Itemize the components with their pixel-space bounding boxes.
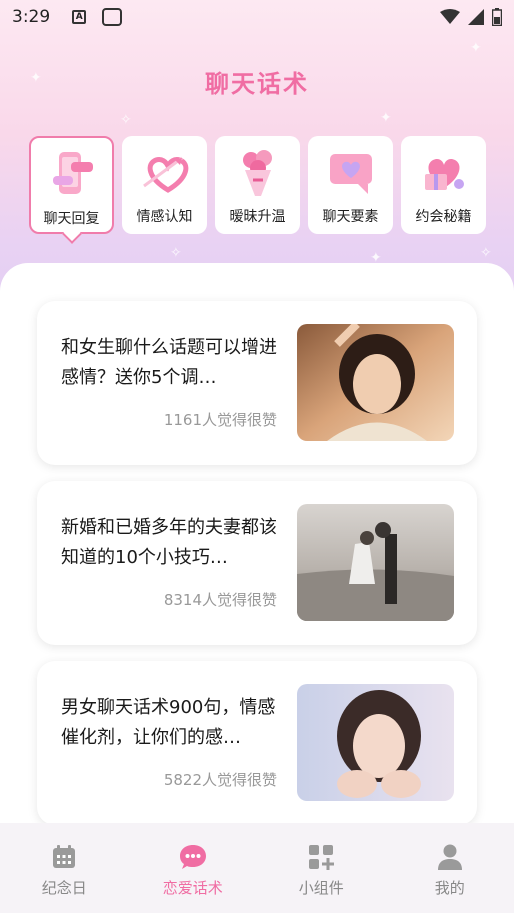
article-likes: 1161人觉得很赞 <box>163 411 277 429</box>
couple-beach-photo <box>297 504 454 621</box>
sparkle-icon: ✧ <box>120 112 132 128</box>
app-notification-icon <box>102 8 123 26</box>
sparkle-icon: ✧ <box>170 245 182 261</box>
woman-portrait-photo <box>297 324 454 441</box>
article-card[interactable]: 新婚和已婚多年的夫妻都该知道的10个小技巧… 8314人觉得很赞 <box>37 481 477 645</box>
status-bar: 3:29 A <box>0 0 514 34</box>
bottom-tab-bar: 纪念日 恋爱话术 小组件 我的 <box>0 823 514 913</box>
category-chat-reply[interactable]: 聊天回复 <box>29 136 114 234</box>
category-tabs: 聊天回复 情感认知 暧昧升温 聊天要素 约会秘籍 <box>29 136 486 234</box>
article-thumbnail <box>297 324 454 441</box>
calendar-icon <box>53 845 76 868</box>
article-likes: 8314人觉得很赞 <box>163 591 277 609</box>
article-title: 和女生聊什么话题可以增进感情？送你5个调… <box>61 337 277 388</box>
category-label: 约会秘籍 <box>415 209 472 225</box>
chat-bubble-icon <box>179 845 206 869</box>
wifi-icon <box>440 9 460 24</box>
article-card[interactable]: 男女聊天话术900句，情感催化剂，让你们的感… 5822人觉得很赞 <box>37 661 477 825</box>
tab-anniversary[interactable]: 纪念日 <box>0 823 129 913</box>
heart-bubble-icon <box>329 154 372 194</box>
sparkle-icon: ✧ <box>480 245 492 261</box>
category-label: 聊天回复 <box>43 211 100 227</box>
rose-bouquet-icon <box>242 150 272 196</box>
category-dating-tips[interactable]: 约会秘籍 <box>401 136 486 234</box>
profile-icon <box>437 844 462 870</box>
article-list: 和女生聊什么话题可以增进感情？送你5个调… 1161人觉得很赞 新婚和已婚多年的… <box>0 263 514 825</box>
article-thumbnail <box>297 504 454 621</box>
chat-phone-icon <box>52 152 93 194</box>
heart-arrow-icon <box>142 156 188 193</box>
article-title: 新婚和已婚多年的夫妻都该知道的10个小技巧… <box>61 517 277 568</box>
tab-label: 我的 <box>434 879 465 897</box>
tab-label: 恋爱话术 <box>162 879 223 897</box>
keyboard-notification-icon: A <box>72 10 87 24</box>
sparkle-icon: ✦ <box>380 110 392 126</box>
tab-label: 小组件 <box>298 879 344 897</box>
category-flirting[interactable]: 暧昧升温 <box>215 136 300 234</box>
article-title: 男女聊天话术900句，情感催化剂，让你们的感… <box>61 697 276 748</box>
gift-box-icon <box>424 158 464 190</box>
tab-love-talk[interactable]: 恋爱话术 <box>129 823 258 913</box>
category-label: 情感认知 <box>136 209 193 225</box>
sparkle-icon: ✦ <box>470 40 482 56</box>
tab-label: 纪念日 <box>41 879 87 897</box>
page-title: 聊天话术 <box>205 70 309 98</box>
category-label: 暧昧升温 <box>229 209 286 225</box>
tab-widgets[interactable]: 小组件 <box>257 823 386 913</box>
category-label: 聊天要素 <box>322 209 379 225</box>
woman-portrait-photo <box>297 684 454 801</box>
article-thumbnail <box>297 684 454 801</box>
widgets-icon <box>309 845 335 870</box>
tab-profile[interactable]: 我的 <box>386 823 514 913</box>
article-likes: 5822人觉得很赞 <box>163 771 277 789</box>
article-card[interactable]: 和女生聊什么话题可以增进感情？送你5个调… 1161人觉得很赞 <box>37 301 477 465</box>
battery-icon <box>492 8 502 26</box>
signal-icon <box>468 9 484 25</box>
status-time: 3:29 <box>12 7 51 27</box>
category-chat-elements[interactable]: 聊天要素 <box>308 136 393 234</box>
category-emotional-awareness[interactable]: 情感认知 <box>122 136 207 234</box>
